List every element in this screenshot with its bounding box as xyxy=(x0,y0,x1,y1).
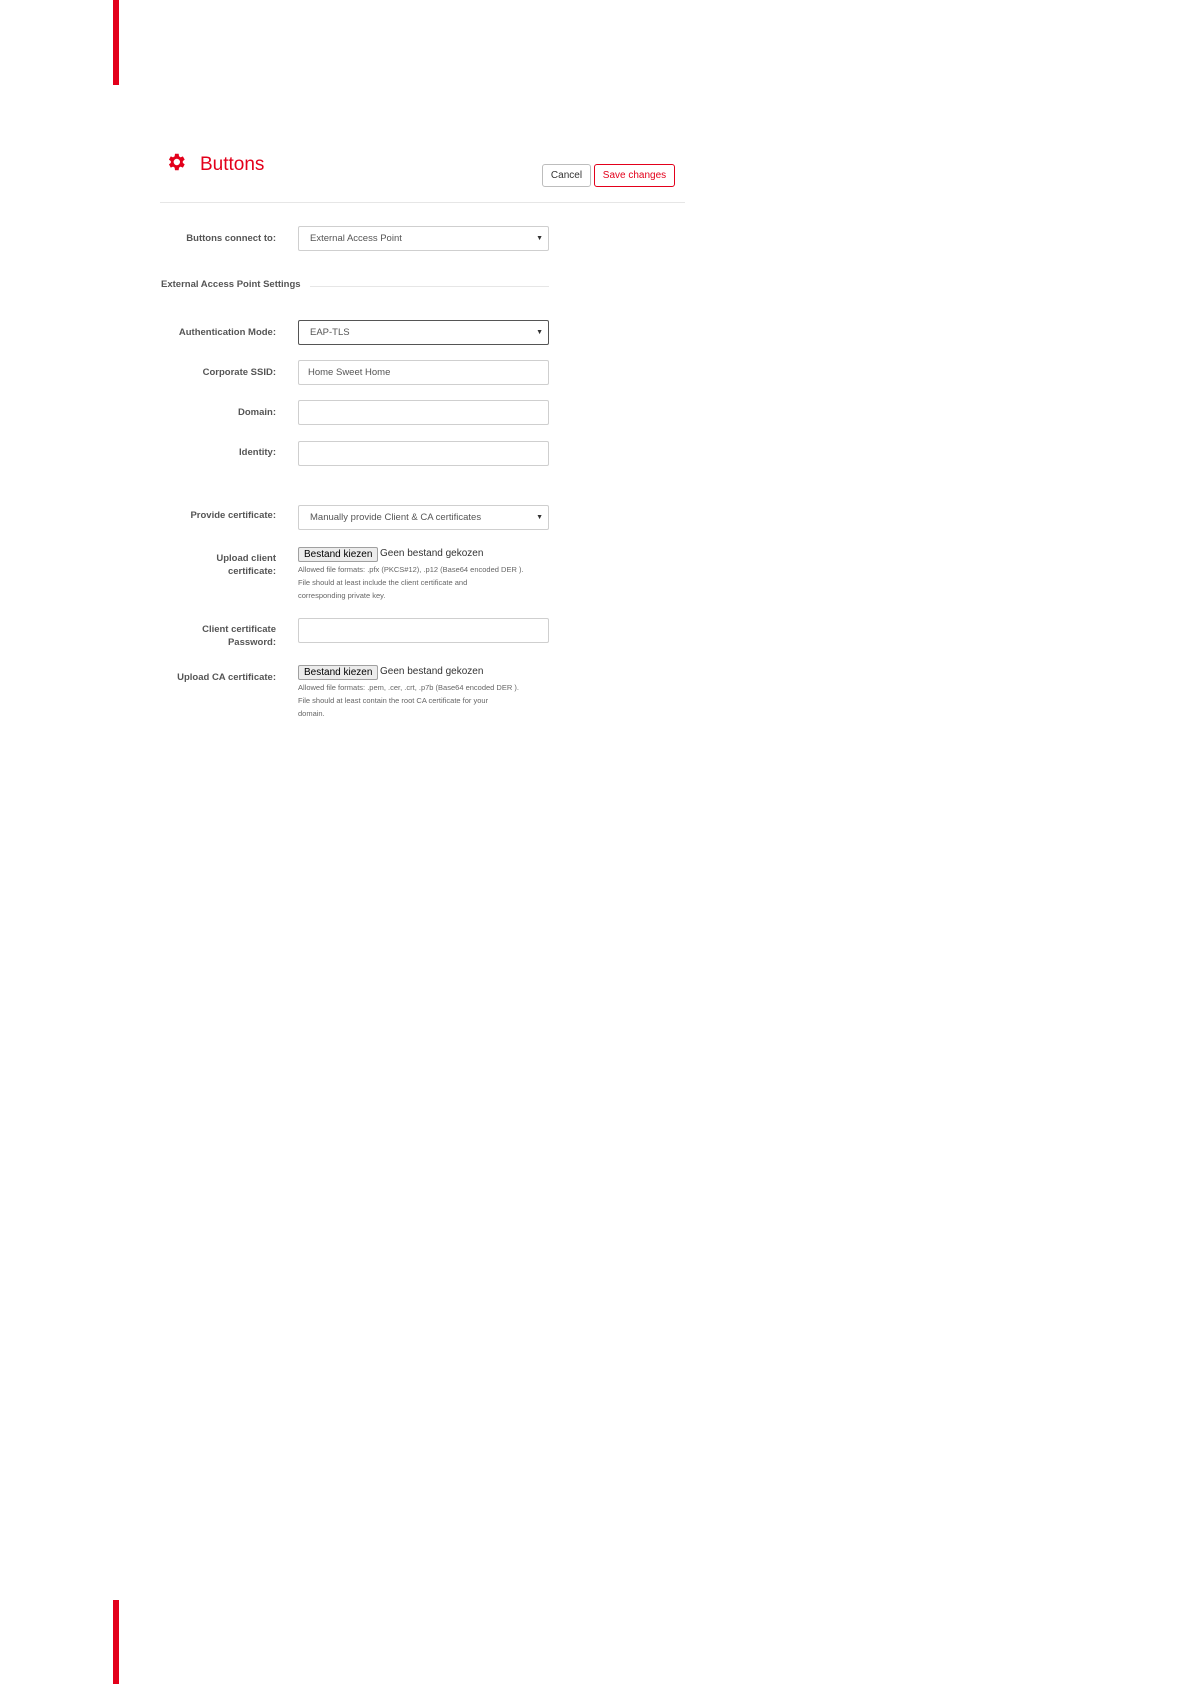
ca-certificate-help: Allowed file formats: .pem, .cer, .crt, … xyxy=(298,681,550,720)
corporate-ssid-label: Corporate SSID: xyxy=(202,367,276,378)
auth-mode-value: EAP-TLS xyxy=(310,327,350,338)
page-accent-bar-top xyxy=(113,0,119,85)
page-accent-bar-bottom xyxy=(113,1600,119,1684)
client-certificate-file-status: Geen bestand gekozen xyxy=(380,548,484,559)
client-certificate-help: Allowed file formats: .pfx (PKCS#12), .p… xyxy=(298,563,550,602)
identity-label: Identity: xyxy=(239,447,276,458)
dropdown-arrow-icon: ▼ xyxy=(536,235,543,242)
ca-certificate-file-status: Geen bestand gekozen xyxy=(380,666,484,677)
panel-header: Buttons Cancel Save changes xyxy=(160,140,685,203)
upload-client-certificate-label-line2: certificate: xyxy=(227,566,276,577)
domain-label: Domain: xyxy=(238,407,276,418)
ca-certificate-help-line2: File should at least contain the root CA… xyxy=(298,696,489,705)
gear-icon xyxy=(168,153,185,171)
ca-certificate-help-line3: domain. xyxy=(298,709,325,718)
identity-input[interactable] xyxy=(298,441,549,466)
corporate-ssid-input[interactable]: Home Sweet Home xyxy=(298,360,549,385)
client-certificate-password-label-line2: Password: xyxy=(227,637,276,648)
client-certificate-password-label: Client certificate Password: xyxy=(136,623,276,649)
dropdown-arrow-icon: ▼ xyxy=(536,329,543,336)
save-changes-button[interactable]: Save changes xyxy=(594,164,675,187)
client-certificate-help-line1: Allowed file formats: .pfx (PKCS#12), .p… xyxy=(298,565,524,574)
auth-mode-label: Authentication Mode: xyxy=(178,327,276,338)
upload-ca-certificate-label: Upload CA certificate: xyxy=(177,672,276,683)
domain-input[interactable] xyxy=(298,400,549,425)
buttons-connect-select[interactable]: External Access Point ▼ xyxy=(298,226,549,251)
client-certificate-help-line3: corresponding private key. xyxy=(298,591,386,600)
corporate-ssid-placeholder: Home Sweet Home xyxy=(308,367,391,378)
provide-certificate-select[interactable]: Manually provide Client & CA certificate… xyxy=(298,505,549,530)
client-certificate-choose-file-button[interactable]: Bestand kiezen xyxy=(298,547,379,562)
provide-certificate-value: Manually provide Client & CA certificate… xyxy=(310,512,482,523)
buttons-connect-label: Buttons connect to: xyxy=(186,233,276,244)
section-title: External Access Point Settings xyxy=(161,279,301,290)
buttons-connect-value: External Access Point xyxy=(310,233,402,244)
ca-certificate-choose-file-button[interactable]: Bestand kiezen xyxy=(298,665,379,680)
cancel-button[interactable]: Cancel xyxy=(542,164,591,187)
provide-certificate-label: Provide certificate: xyxy=(190,510,276,521)
ca-certificate-help-line1: Allowed file formats: .pem, .cer, .crt, … xyxy=(298,683,519,692)
upload-client-certificate-label-line1: Upload client xyxy=(216,553,276,564)
section-divider xyxy=(310,286,549,287)
dropdown-arrow-icon: ▼ xyxy=(536,514,543,521)
page-title: Buttons xyxy=(200,154,265,175)
upload-client-certificate-label: Upload client certificate: xyxy=(136,552,276,578)
buttons-settings-panel: Buttons Cancel Save changes Buttons conn… xyxy=(160,140,685,718)
client-certificate-help-line2: File should at least include the client … xyxy=(298,578,468,587)
client-certificate-password-label-line1: Client certificate xyxy=(202,624,276,635)
client-certificate-password-input[interactable] xyxy=(298,618,549,643)
auth-mode-select[interactable]: EAP-TLS ▼ xyxy=(298,320,549,345)
